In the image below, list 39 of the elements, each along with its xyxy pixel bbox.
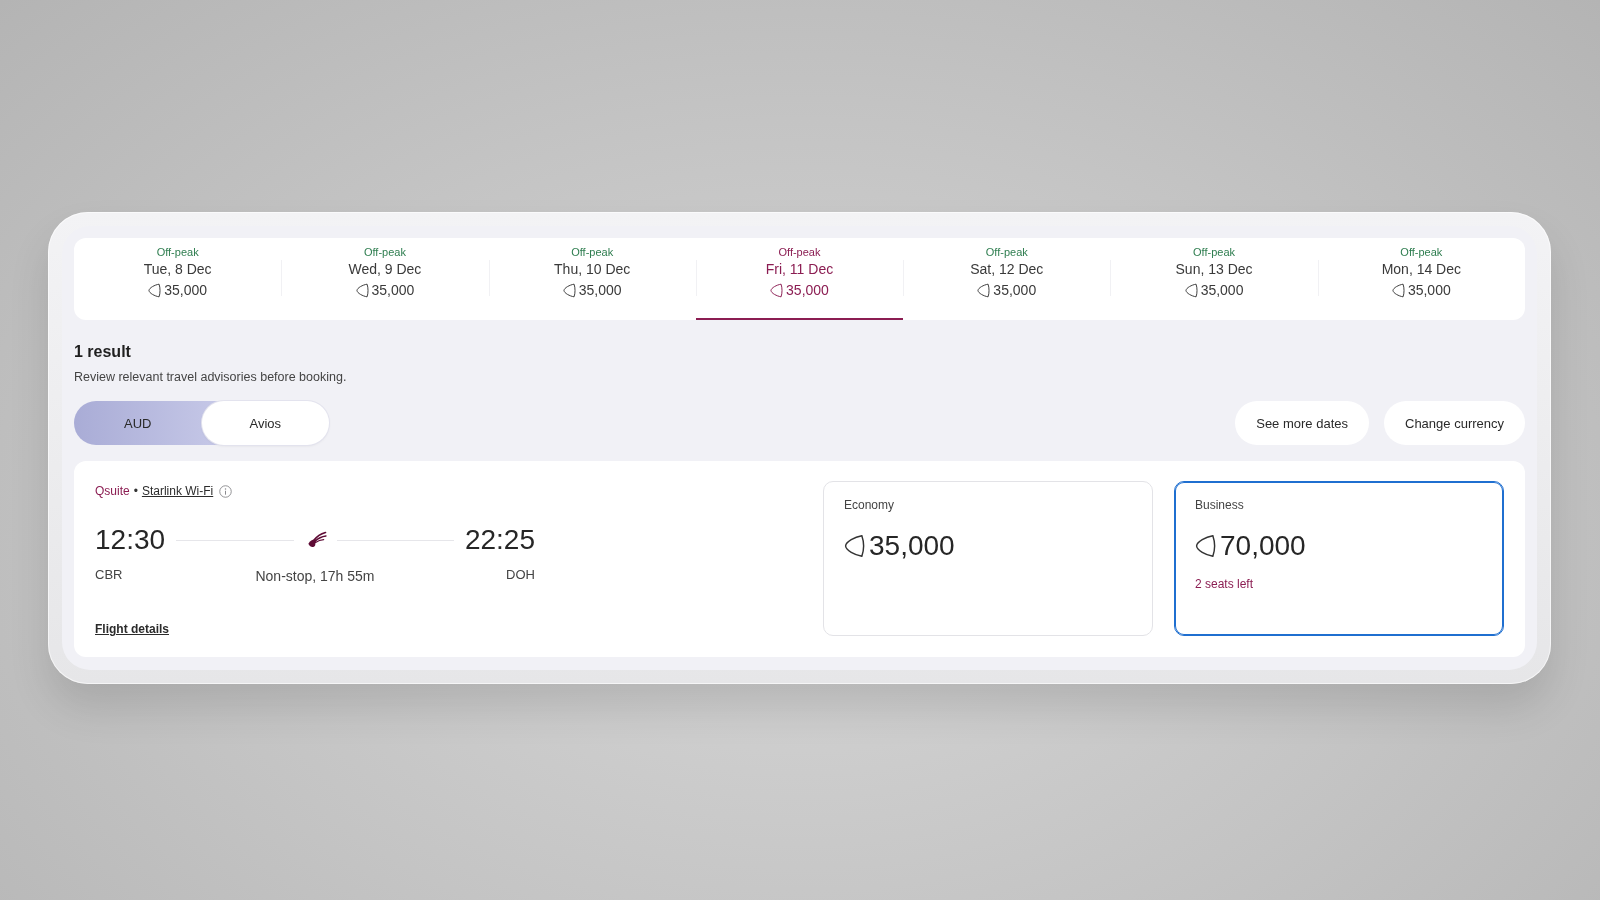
- currency-option[interactable]: AUD: [74, 401, 202, 445]
- flight-details-link[interactable]: Flight details: [95, 622, 169, 636]
- action-button[interactable]: Change currency: [1384, 401, 1525, 445]
- arrival-time: 22:25: [464, 524, 535, 556]
- date-tab[interactable]: Off-peak Tue, 8 Dec 35,000: [74, 238, 282, 320]
- wifi-link[interactable]: Starlink Wi-Fi: [141, 484, 214, 499]
- info-icon[interactable]: [219, 485, 233, 498]
- seats-left-note: 2 seats left: [1195, 577, 1254, 592]
- advisory-notice: Review relevant travel advisories before booking.: [74, 369, 347, 385]
- cabin-label: Business: [1195, 498, 1244, 513]
- avios-icon: [562, 283, 576, 298]
- departure-airport: CBR: [95, 566, 124, 583]
- departure-time: 12:30: [95, 524, 166, 556]
- date-tab[interactable]: Off-peak Thu, 10 Dec 35,000: [488, 238, 696, 320]
- fare-card[interactable]: Business 70,000 2 seats left: [1174, 481, 1504, 636]
- date-tab[interactable]: Off-peak Mon, 14 Dec 35,000: [1317, 238, 1525, 320]
- date-tab[interactable]: Off-peak Sun, 13 Dec 35,000: [1110, 238, 1318, 320]
- fare-price: 35,000: [869, 530, 955, 562]
- avios-icon: [355, 283, 369, 298]
- fare-card[interactable]: Economy 35,000: [823, 481, 1153, 636]
- date-tab[interactable]: Off-peak Fri, 11 Dec 35,000: [695, 238, 904, 320]
- avios-icon: [844, 534, 865, 558]
- avios-icon: [1391, 283, 1405, 298]
- avios-icon: [148, 283, 162, 298]
- cabin-product: Qsuite: [95, 484, 130, 499]
- date-tab[interactable]: Off-peak Sat, 12 Dec 35,000: [903, 238, 1111, 320]
- cabin-label: Economy: [844, 498, 895, 513]
- avios-icon: [977, 283, 991, 298]
- avios-icon: [770, 283, 784, 298]
- separator-dot: •: [133, 484, 138, 499]
- avios-icon: [1195, 534, 1216, 558]
- fare-price: 70,000: [1220, 530, 1306, 562]
- date-tab[interactable]: Off-peak Wed, 9 Dec 35,000: [281, 238, 489, 320]
- results-count: 1 result: [74, 342, 131, 361]
- currency-option[interactable]: Avios: [201, 401, 329, 445]
- avios-icon: [1184, 283, 1198, 298]
- action-button[interactable]: See more dates: [1235, 401, 1369, 445]
- arrival-airport: DOH: [506, 566, 535, 583]
- flight-duration: Non-stop, 17h 55m: [255, 568, 375, 585]
